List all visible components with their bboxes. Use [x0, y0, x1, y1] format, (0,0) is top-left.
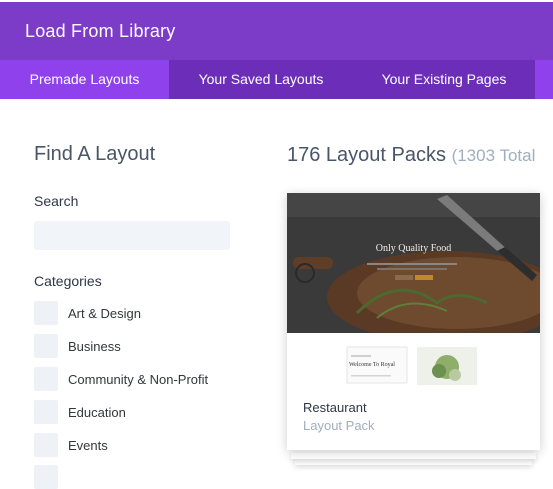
category-label: Business	[68, 339, 121, 354]
card-thumbnail: Only Quality Food	[287, 193, 540, 333]
category-checkbox[interactable]	[34, 334, 58, 358]
tab-bar: Premade Layouts Your Saved Layouts Your …	[0, 60, 553, 99]
card-stack-shadow	[291, 453, 536, 459]
layout-packs-count: 176 Layout Packs	[287, 144, 446, 166]
category-label: Education	[68, 405, 126, 420]
modal-header: Load From Library	[0, 2, 553, 60]
thumbnail-heading: Only Quality Food	[375, 243, 452, 254]
category-checkbox[interactable]	[34, 433, 58, 457]
card-subtitle: Layout Pack	[303, 418, 375, 433]
restaurant-thumbnail-image	[287, 193, 540, 333]
tab-your-existing-pages[interactable]: Your Existing Pages	[353, 60, 535, 99]
preview-heading: Welcome To Royal	[349, 362, 395, 368]
search-input[interactable]	[34, 221, 230, 250]
category-checkbox[interactable]	[34, 301, 58, 325]
layout-pack-card-restaurant[interactable]: Only Quality Food Welcome To Royal Resta…	[287, 193, 540, 450]
tab-premade-layouts[interactable]: Premade Layouts	[0, 60, 169, 99]
tab-bar-overflow	[535, 60, 553, 99]
category-label: Community & Non-Profit	[68, 372, 209, 387]
category-checkbox[interactable]	[34, 400, 58, 424]
tab-your-saved-layouts[interactable]: Your Saved Layouts	[169, 60, 353, 99]
category-label: Art & Design	[68, 306, 141, 321]
sidebar-title: Find A Layout	[34, 143, 156, 165]
modal-title: Load From Library	[25, 21, 176, 41]
search-label: Search	[34, 193, 79, 209]
category-label: Events	[68, 438, 108, 453]
card-preview-strip: Welcome To Royal	[287, 333, 540, 385]
layout-packs-heading: 176 Layout Packs (1303 Total	[287, 144, 535, 167]
category-checkbox[interactable]	[34, 367, 58, 391]
categories-label: Categories	[34, 273, 102, 289]
card-stack-shadow	[295, 459, 532, 465]
preview-pages-image	[346, 346, 477, 385]
card-title: Restaurant	[303, 400, 367, 415]
layout-total: (1303 Total	[451, 146, 536, 165]
